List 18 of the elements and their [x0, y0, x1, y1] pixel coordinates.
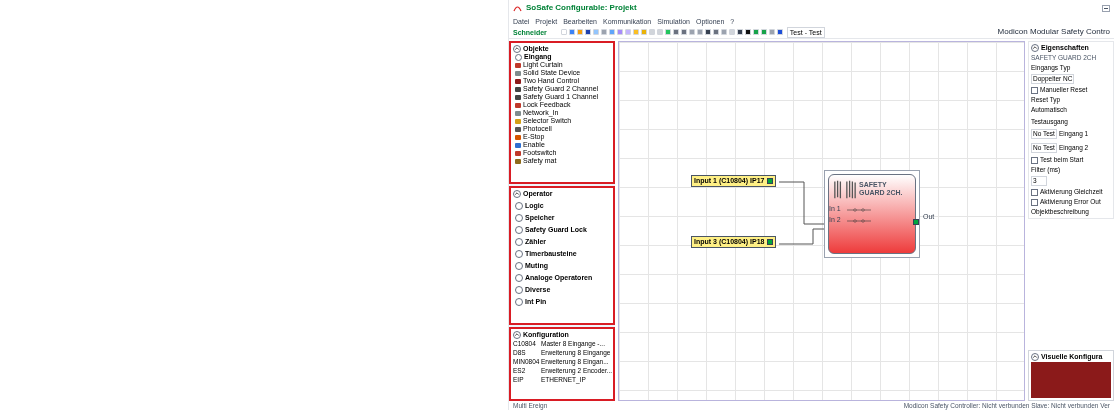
output-pin[interactable] [767, 178, 774, 184]
collapse-icon[interactable] [513, 331, 521, 339]
switch-contact-icon [846, 217, 871, 223]
checkbox[interactable] [1031, 198, 1038, 206]
collapse-icon[interactable] [1031, 44, 1039, 52]
collapse-icon[interactable] [1031, 353, 1039, 361]
collapse-icon[interactable] [513, 45, 521, 53]
minimize-button[interactable] [1102, 4, 1110, 12]
window-title: SoSafe Configurable: Projekt [526, 2, 637, 14]
checkbox[interactable] [1031, 86, 1038, 94]
device-title: Modicon Modular Safety Contro [997, 26, 1110, 38]
checkbox[interactable] [1031, 156, 1038, 164]
switch-contact-icon [846, 206, 871, 212]
checkbox[interactable] [1031, 188, 1038, 196]
collapse-icon[interactable] [513, 190, 521, 198]
app-logo-icon [513, 4, 522, 12]
output-pin[interactable] [767, 239, 774, 245]
guard-door-icon [833, 179, 857, 199]
